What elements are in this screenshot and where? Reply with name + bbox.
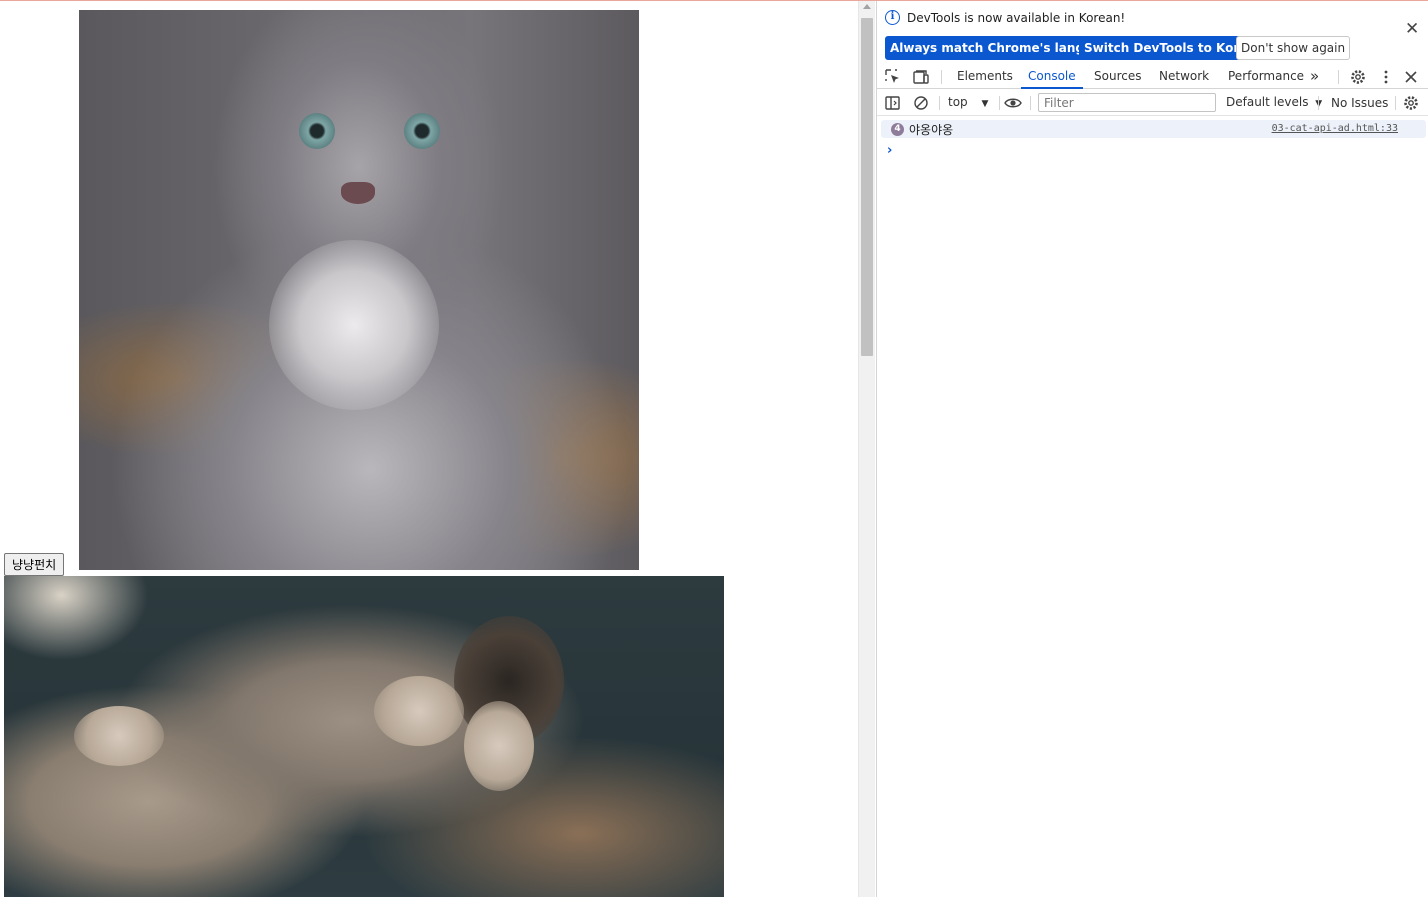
kebab-menu-icon[interactable] (1377, 68, 1395, 86)
page-scrollbar[interactable] (858, 1, 875, 897)
cat-chest-fur (269, 240, 439, 410)
console-log-row[interactable]: 4 야옹야옹 03-cat-api-ad.html:33 (881, 120, 1426, 138)
log-levels-label: Default levels (1226, 95, 1309, 109)
cat-image-lying (4, 576, 724, 897)
log-levels-dropdown[interactable]: Default levels ▼ (1226, 95, 1322, 109)
console-settings-gear-icon[interactable] (1402, 94, 1420, 112)
cat-right-eye (404, 113, 440, 149)
page-viewport: 냥냥펀치 (0, 1, 858, 897)
info-icon: i (885, 10, 900, 25)
toolbar-divider (939, 96, 940, 110)
device-toolbar-icon[interactable] (912, 68, 930, 86)
tab-elements[interactable]: Elements (957, 64, 1013, 89)
tab-network[interactable]: Network (1159, 64, 1209, 89)
console-filter-input[interactable] (1038, 93, 1216, 112)
toolbar-divider (1338, 70, 1339, 84)
tab-sources[interactable]: Sources (1094, 64, 1141, 89)
cat-image-kitten (79, 10, 639, 570)
devtools-tabbar: Elements Console Sources Network Perform… (877, 64, 1428, 89)
language-infobar: i DevTools is now available in Korean! ✕… (877, 1, 1428, 64)
infobar-message: DevTools is now available in Korean! (907, 11, 1126, 25)
devtools-panel: i DevTools is now available in Korean! ✕… (876, 1, 1428, 897)
inspect-element-icon[interactable] (884, 68, 902, 86)
settings-gear-icon[interactable] (1349, 68, 1367, 86)
clear-console-icon[interactable] (912, 94, 930, 112)
infobar-close-icon[interactable]: ✕ (1405, 21, 1419, 38)
tab-performance[interactable]: Performance (1228, 64, 1304, 89)
log-source-link[interactable]: 03-cat-api-ad.html:33 (1272, 123, 1398, 134)
console-toolbar: top ▼ Default levels ▼ No Issues (877, 90, 1428, 116)
more-tabs-icon[interactable]: » (1310, 64, 1319, 89)
dont-show-again-button[interactable]: Don't show again (1236, 36, 1351, 60)
toolbar-divider (1030, 96, 1031, 110)
cat-paw (464, 701, 534, 791)
sidebar-toggle-icon[interactable] (884, 94, 902, 112)
chevron-down-icon: ▼ (981, 99, 989, 109)
meow-punch-button[interactable]: 냥냥펀치 (4, 553, 65, 576)
toolbar-divider (999, 96, 1000, 110)
cat-paw (74, 706, 164, 766)
scroll-up-arrow-icon[interactable] (863, 4, 871, 9)
toolbar-divider (941, 70, 942, 84)
scrollbar-thumb[interactable] (861, 18, 873, 356)
cat-nose (341, 182, 375, 204)
repeat-count-badge: 4 (891, 123, 904, 136)
tab-console[interactable]: Console (1021, 64, 1083, 89)
log-message: 야옹야옹 (909, 123, 954, 137)
console-prompt-icon[interactable]: › (887, 143, 892, 158)
context-selector[interactable]: top ▼ (948, 95, 988, 109)
context-value: top (948, 95, 968, 109)
issues-counter[interactable]: No Issues (1331, 96, 1388, 110)
cat-left-eye (299, 113, 335, 149)
toolbar-divider (1395, 96, 1396, 110)
cat-paw (374, 676, 464, 746)
close-devtools-icon[interactable] (1402, 68, 1420, 86)
live-expression-eye-icon[interactable] (1003, 94, 1023, 112)
toolbar-divider (1318, 96, 1319, 110)
